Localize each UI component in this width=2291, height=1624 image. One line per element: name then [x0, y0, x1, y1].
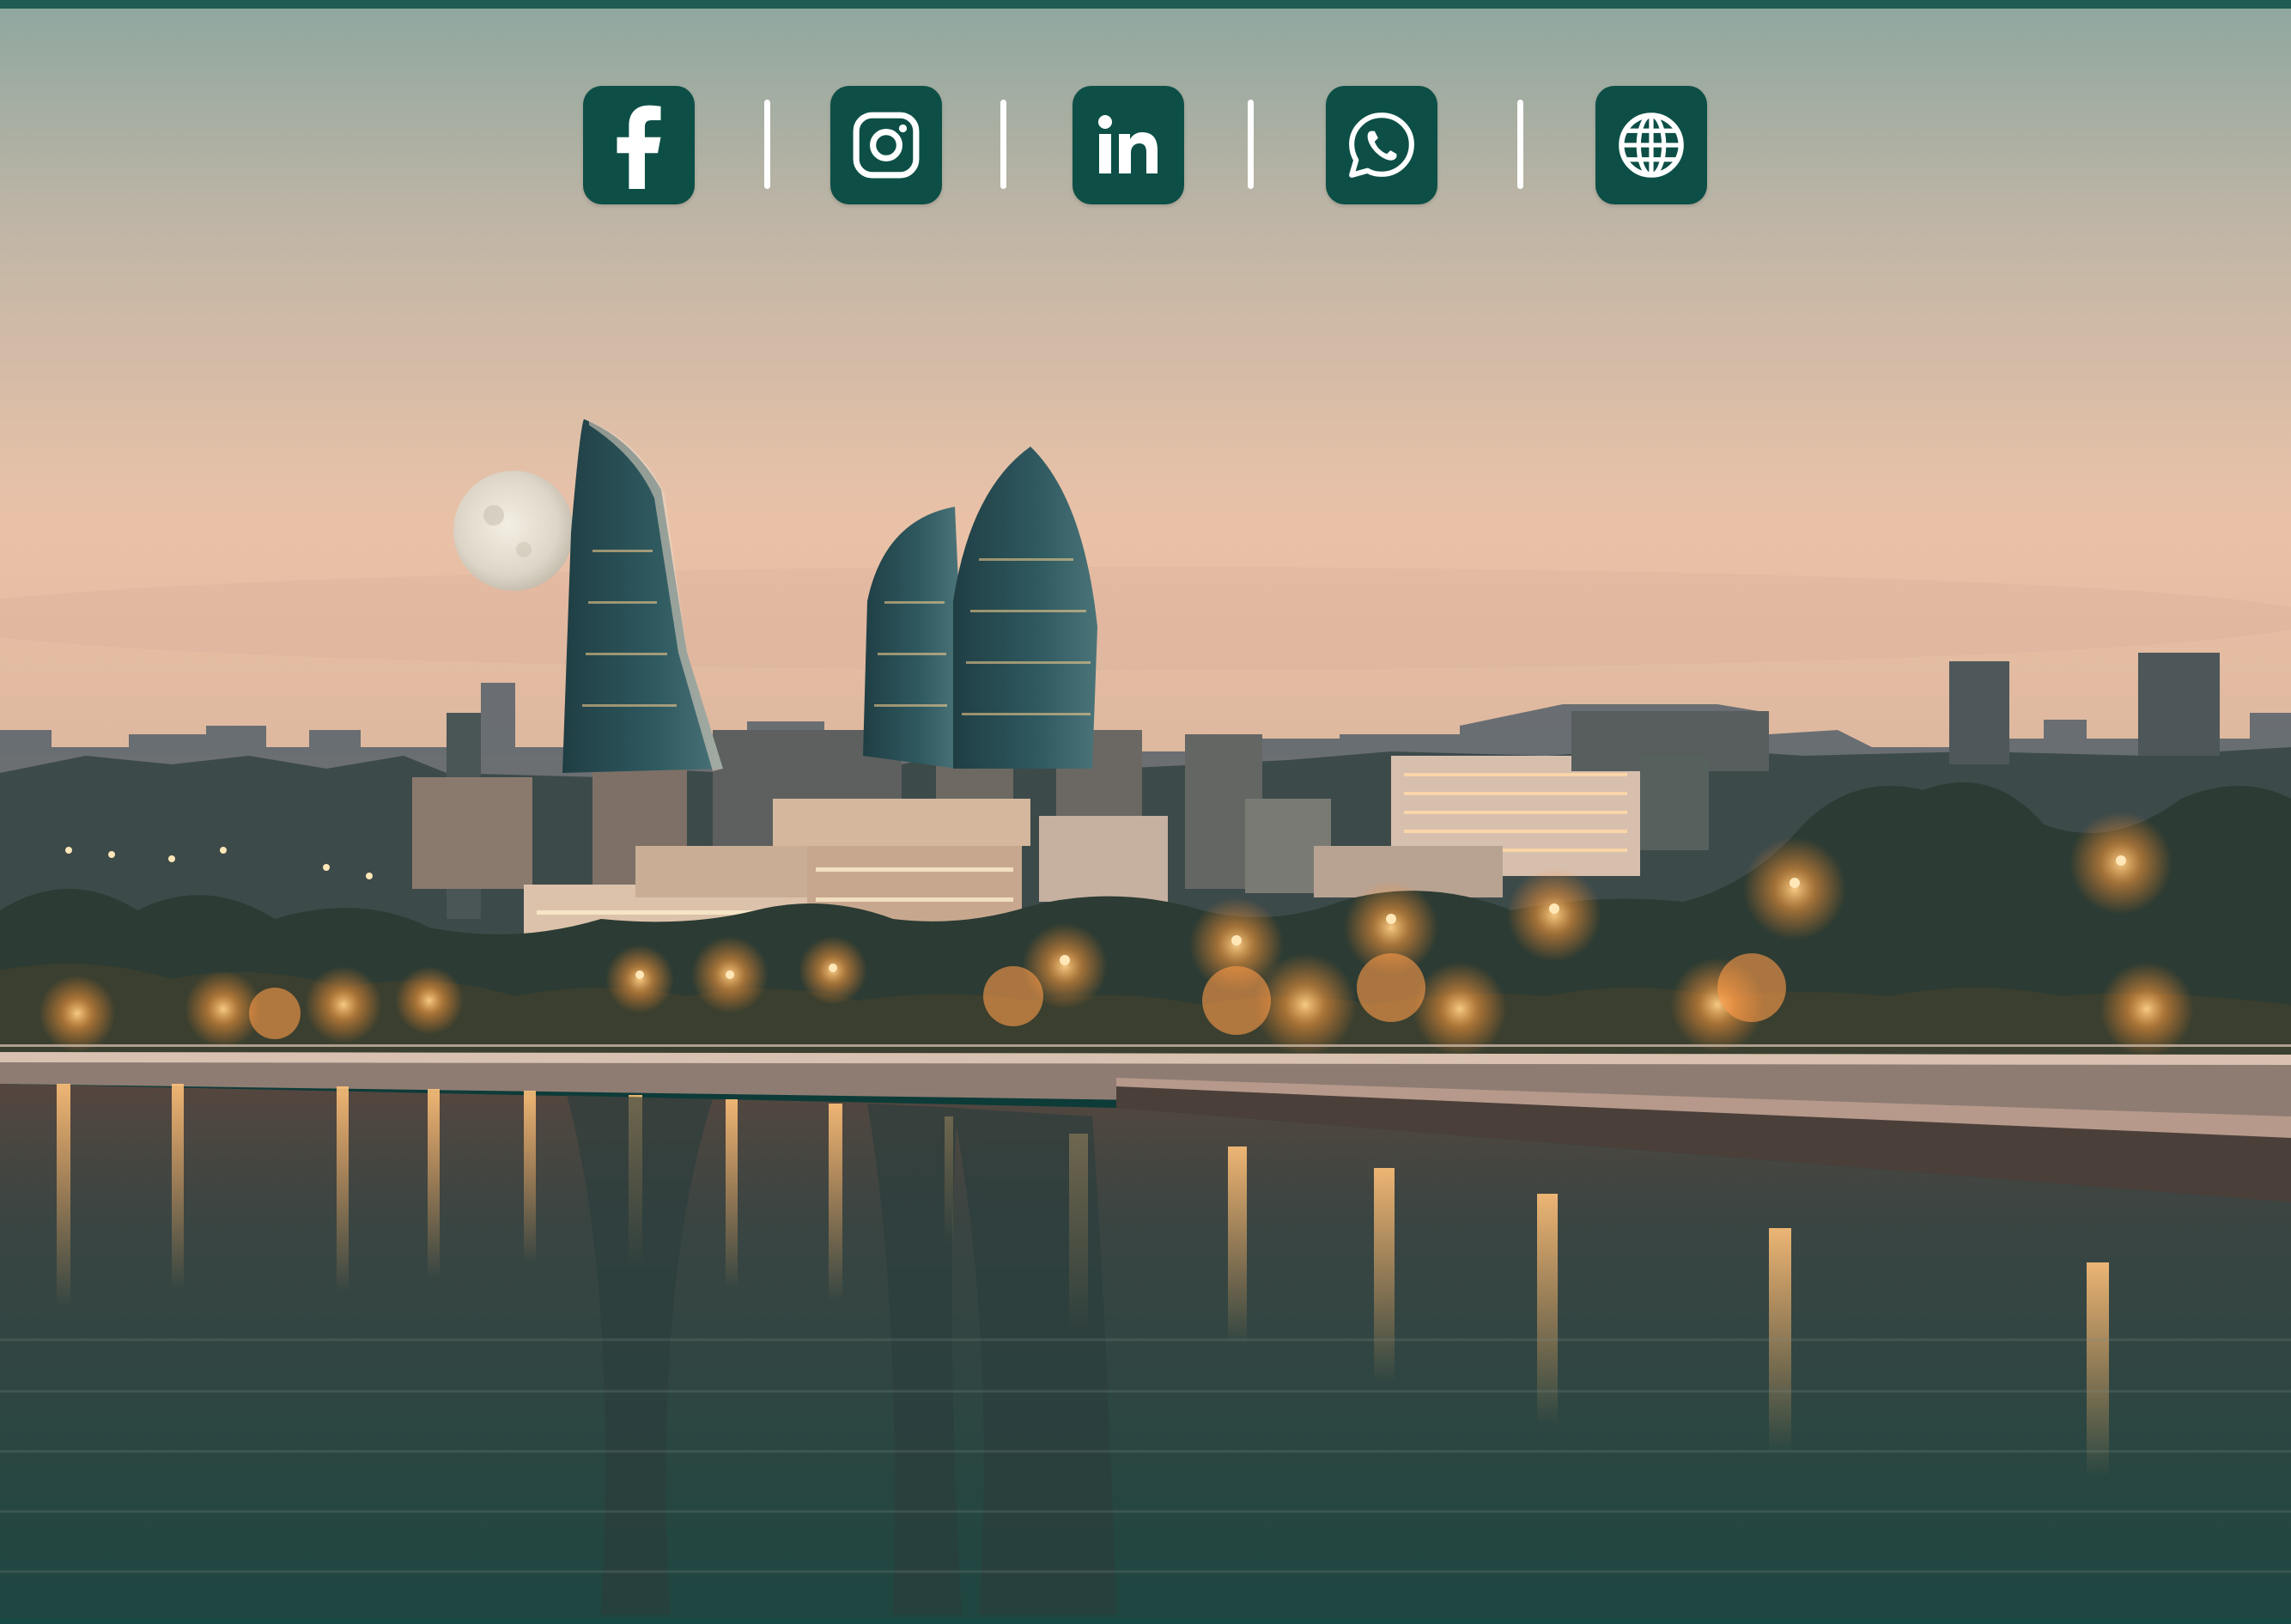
divider: [1248, 100, 1254, 189]
linkedin-button[interactable]: [1073, 86, 1184, 204]
social-links-bar: [0, 0, 2291, 215]
bottom-accent-bar: [0, 1619, 2291, 1624]
instagram-icon: [853, 112, 920, 179]
facebook-button[interactable]: [583, 86, 695, 204]
whatsapp-button[interactable]: [1326, 86, 1437, 204]
whatsapp-icon: [1349, 113, 1414, 178]
linkedin-icon: [1098, 115, 1158, 173]
facebook-icon: [617, 105, 661, 189]
divider: [1000, 100, 1006, 189]
divider: [1517, 100, 1523, 189]
background-skyline-photo: [0, 0, 2291, 1624]
divider: [764, 100, 770, 189]
globe-icon: [1619, 113, 1684, 178]
website-button[interactable]: [1595, 86, 1707, 204]
page-canvas: [0, 0, 2291, 1624]
instagram-button[interactable]: [830, 86, 942, 204]
